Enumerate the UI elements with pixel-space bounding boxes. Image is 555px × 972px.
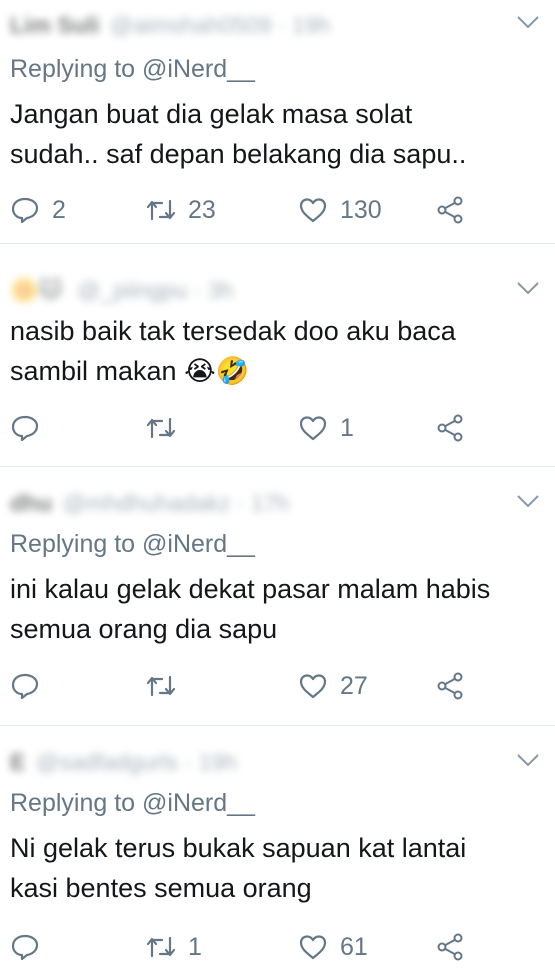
author-name[interactable]: dhu	[10, 490, 52, 516]
share-icon	[437, 933, 463, 961]
share-icon	[437, 414, 463, 442]
chevron-down-icon[interactable]	[515, 750, 541, 770]
reply-button[interactable]	[10, 927, 52, 967]
tweet-text: Ni gelak terus bukak sapuan kat lantai k…	[10, 828, 466, 908]
retweet-button[interactable]	[146, 408, 188, 448]
like-button[interactable]: 130	[298, 190, 382, 230]
tweet-text-line: sudah.. saf depan belakang dia sapu..	[10, 139, 467, 169]
replying-to-line: Replying to @iNerd__	[10, 789, 255, 818]
like-count: 61	[340, 932, 368, 961]
replying-to-line: Replying to @iNerd__	[10, 530, 255, 559]
author-name[interactable]: 🌼🐱	[10, 277, 63, 303]
like-button[interactable]: 27	[298, 666, 368, 706]
reply-button[interactable]	[10, 666, 52, 706]
share-icon	[437, 672, 463, 700]
action-bar: 2 23 130	[10, 190, 540, 230]
retweet-button[interactable]: 23	[146, 190, 216, 230]
heart-icon	[299, 416, 327, 441]
share-button[interactable]	[435, 190, 465, 230]
tweet-text: nasib baik tak tersedak doo aku baca sam…	[10, 311, 456, 391]
author-handle[interactable]: @mhdhuhadakz · 17h	[63, 490, 290, 516]
chevron-down-icon[interactable]	[515, 491, 541, 511]
share-button[interactable]	[435, 927, 465, 967]
author-blurred[interactable]: E @sadfadgurls · 19h	[10, 749, 237, 776]
like-button[interactable]: 1	[298, 408, 354, 448]
retweet-icon	[146, 675, 176, 697]
tweet-header: Lim Suli @aimshah0509 · 19h	[10, 8, 330, 42]
tweet-3[interactable]: dhu @mhdhuhadakz · 17h Replying to @iNer…	[0, 466, 555, 726]
tweet-header: 🌼🐱 @_piingpu · 3h	[10, 273, 233, 307]
tweet-4[interactable]: E @sadfadgurls · 19h Replying to @iNerd_…	[0, 725, 555, 972]
like-count: 1	[340, 413, 354, 442]
replying-handle[interactable]: @iNerd__	[142, 530, 255, 558]
heart-icon	[299, 198, 327, 223]
reply-count: 2	[52, 195, 66, 224]
replying-handle[interactable]: @iNerd__	[142, 789, 255, 817]
replying-to-line: Replying to @iNerd__	[10, 55, 255, 84]
tweet-text-line: sambil makan 😭🤣	[10, 356, 250, 386]
reply-icon	[11, 415, 39, 442]
author-handle[interactable]: @aimshah0509 · 19h	[110, 12, 330, 38]
retweet-count: 23	[188, 195, 216, 224]
like-count: 130	[340, 195, 382, 224]
action-bar: 1 61	[10, 927, 540, 967]
author-handle[interactable]: @_piingpu · 3h	[77, 277, 233, 303]
like-count: 27	[340, 671, 368, 700]
tweet-text-line: Jangan buat dia gelak masa solat	[10, 99, 413, 129]
retweet-icon	[146, 936, 176, 958]
tweet-2[interactable]: 🌼🐱 @_piingpu · 3h nasib baik tak terseda…	[0, 243, 555, 467]
reply-icon	[11, 673, 39, 700]
author-handle[interactable]: @sadfadgurls · 19h	[36, 749, 237, 775]
share-button[interactable]	[435, 408, 465, 448]
action-bar: 1	[10, 408, 540, 448]
replying-prefix: Replying to	[10, 789, 136, 817]
retweet-button[interactable]: 1	[146, 927, 202, 967]
author-blurred[interactable]: dhu @mhdhuhadakz · 17h	[10, 490, 289, 517]
tweet-header: E @sadfadgurls · 19h	[10, 745, 237, 779]
chevron-down-icon[interactable]	[515, 12, 541, 32]
reply-button[interactable]	[10, 408, 52, 448]
tweet-1[interactable]: Lim Suli @aimshah0509 · 19h Replying to …	[0, 0, 555, 244]
tweet-text-line: Ni gelak terus bukak sapuan kat lantai	[10, 833, 467, 863]
share-icon	[437, 196, 463, 224]
reply-icon	[11, 197, 39, 224]
replying-handle[interactable]: @iNerd__	[142, 55, 255, 83]
chevron-down-icon[interactable]	[515, 278, 541, 298]
tweet-text-line: ini kalau gelak dekat pasar malam habis	[10, 574, 491, 604]
retweet-icon	[146, 199, 176, 221]
tweet-header: dhu @mhdhuhadakz · 17h	[10, 486, 289, 520]
heart-icon	[299, 674, 327, 699]
author-name[interactable]: E	[10, 749, 25, 775]
replying-prefix: Replying to	[10, 55, 136, 83]
retweet-icon	[146, 417, 176, 439]
tweet-text-line: kasi bentes semua orang	[10, 873, 312, 903]
like-button[interactable]: 61	[298, 927, 368, 967]
tweet-text-line: nasib baik tak tersedak doo aku baca	[10, 316, 456, 346]
tweet-text-line: semua orang dia sapu	[10, 614, 278, 644]
retweet-count: 1	[188, 932, 202, 961]
author-blurred[interactable]: 🌼🐱 @_piingpu · 3h	[10, 277, 233, 304]
share-button[interactable]	[435, 666, 465, 706]
tweet-text: ini kalau gelak dekat pasar malam habis …	[10, 569, 490, 649]
action-bar: 27	[10, 666, 540, 706]
author-blurred[interactable]: Lim Suli @aimshah0509 · 19h	[10, 12, 330, 39]
reply-button[interactable]: 2	[10, 190, 66, 230]
tweet-text: Jangan buat dia gelak masa solat sudah..…	[10, 94, 466, 174]
author-name[interactable]: Lim Suli	[10, 12, 99, 38]
retweet-button[interactable]	[146, 666, 188, 706]
reply-icon	[11, 934, 39, 961]
replying-prefix: Replying to	[10, 530, 136, 558]
heart-icon	[299, 935, 327, 960]
